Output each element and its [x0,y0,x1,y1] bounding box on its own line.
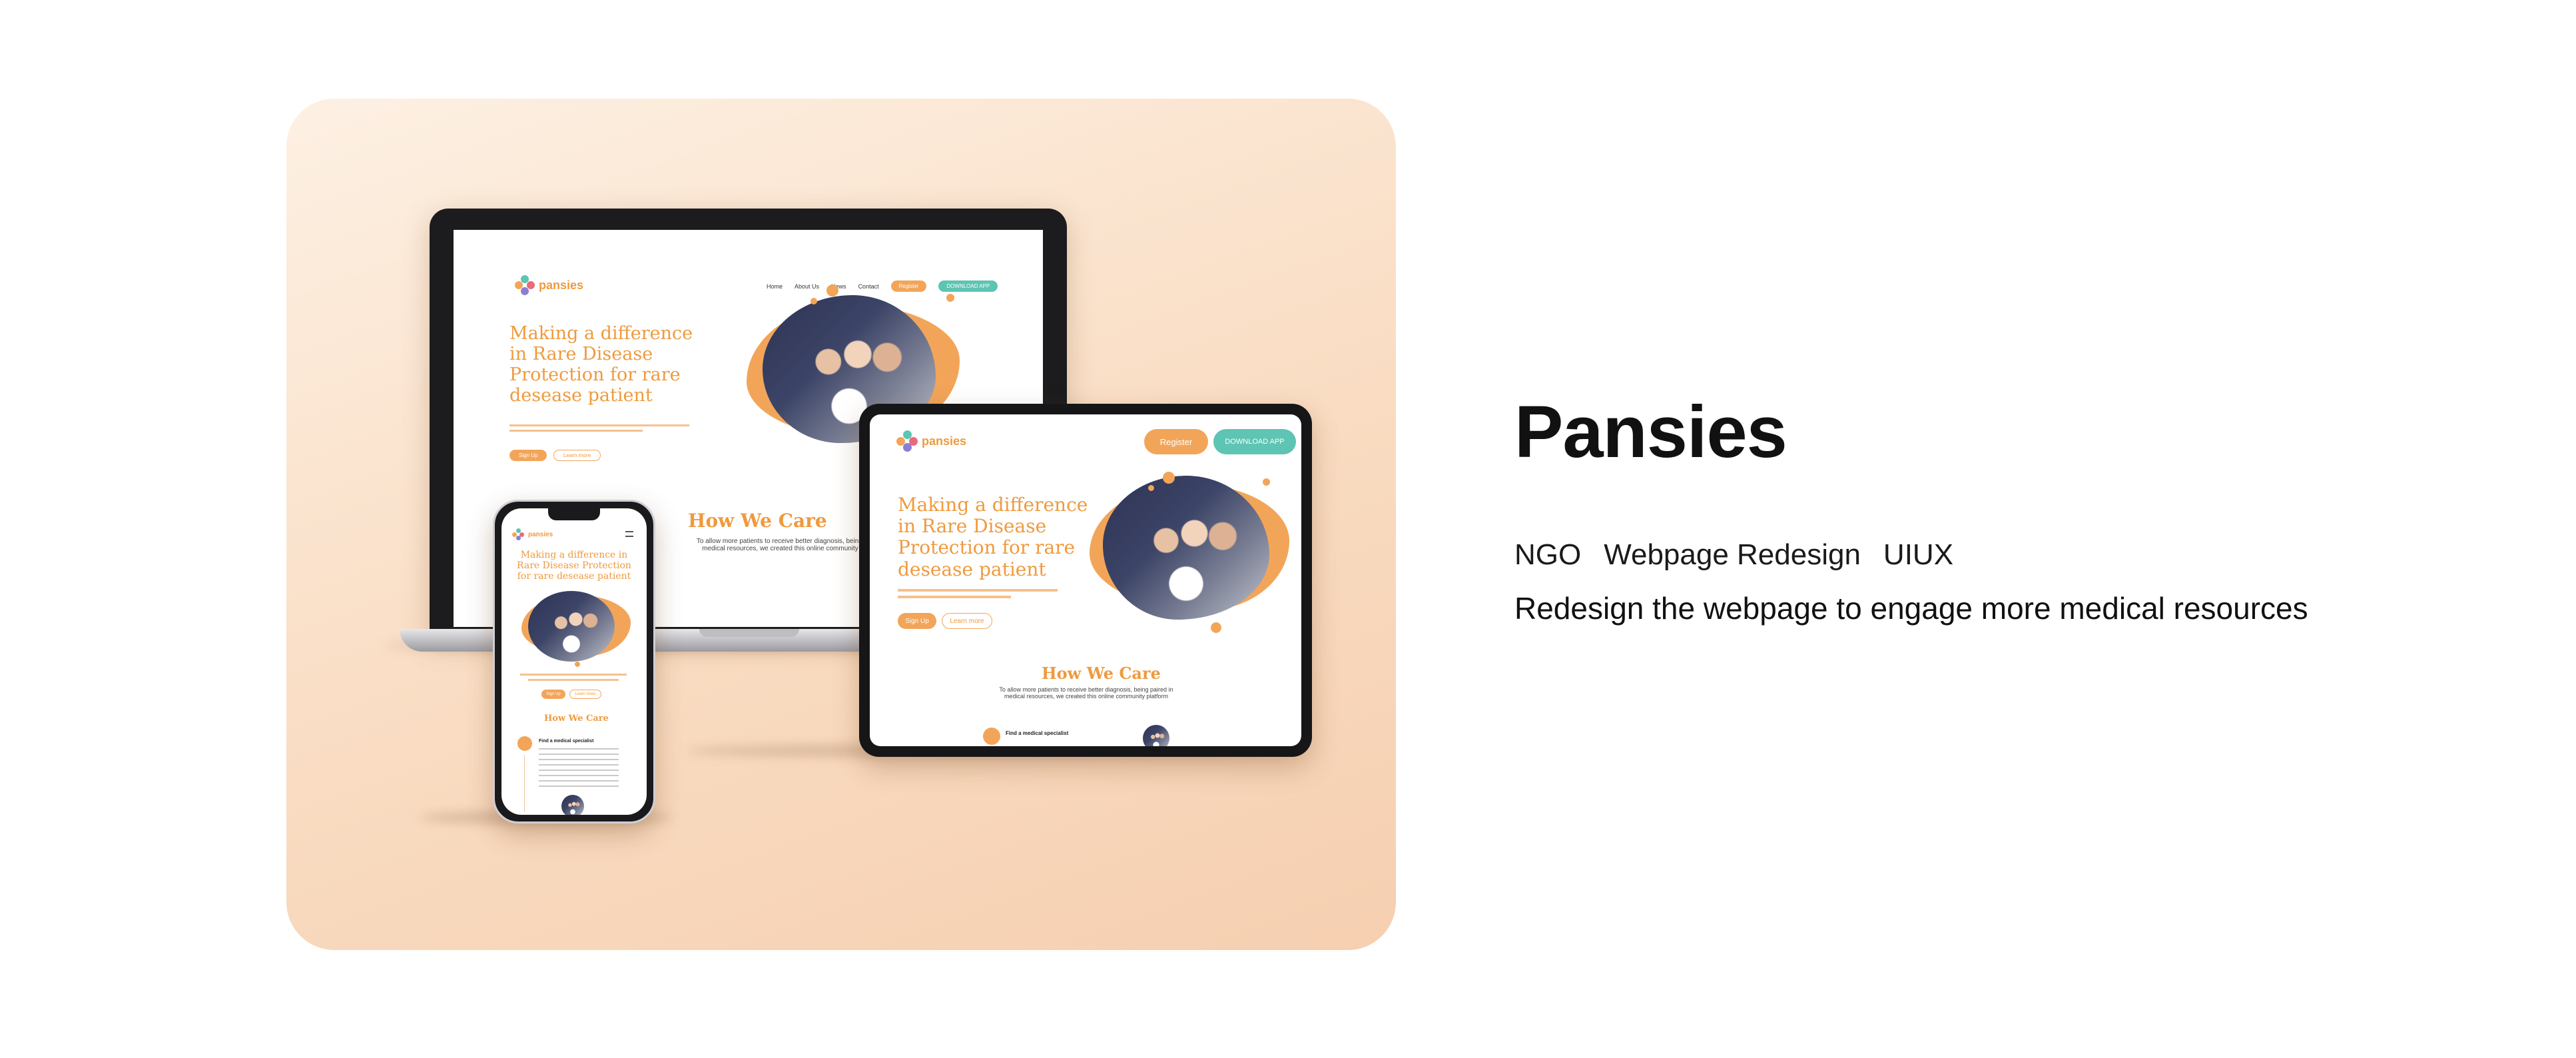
hero-line: desease patient [509,385,653,406]
decor-dot [1211,622,1221,633]
learn-more-button[interactable]: Learn more [942,613,992,629]
mockup-card: pansies Home About Us News Contact Regis… [286,99,1396,950]
pansies-flower-icon [515,275,535,295]
sign-up-button[interactable]: Sign Up [509,450,547,461]
section-text-line: To allow more patients to receive better… [999,686,1173,693]
site-logo[interactable]: pansies [896,430,966,452]
hero-subtext [898,589,1058,592]
sign-up-button[interactable]: Sign Up [898,613,936,629]
how-we-care-text: To allow more patients to receive better… [970,686,1203,700]
decor-dot [1263,478,1270,486]
how-we-care-title: How We Care [544,714,609,724]
download-app-button[interactable]: DOWNLOAD APP [938,280,998,292]
sign-up-button[interactable]: Sign Up [541,690,565,699]
learn-more-button[interactable]: Learn more [553,450,601,461]
hero-line: Protection for rare [898,536,1076,559]
decor-dot [810,298,817,304]
step-number-circle [983,728,1000,745]
step-title: Find a medical specialist [1006,730,1069,736]
hero-subtext [520,674,627,676]
menu-icon[interactable] [625,531,633,537]
how-we-care-title: How We Care [1042,664,1161,683]
tablet-mockup: pansies Register DOWNLOAD APP Making a d… [859,404,1312,757]
hero-subtext [898,596,1011,598]
hero-subtext [509,424,689,426]
tag-webpage-redesign: Webpage Redesign [1604,538,1861,571]
step-avatar [561,795,584,815]
tag-ngo: NGO [1514,538,1582,571]
decor-dot [575,662,580,667]
hero-title: Making a difference in Rare Disease Prot… [898,494,1088,580]
hero-line: in Rare Disease [898,515,1047,538]
logo-text: pansies [922,434,967,448]
pansies-flower-icon [896,430,918,452]
logo-text: pansies [528,530,553,538]
laptop-notch [699,629,799,637]
step-number-circle [517,736,532,751]
tablet-screen: pansies Register DOWNLOAD APP Making a d… [870,414,1301,746]
hero-title: Making a difference in Rare Disease Prot… [517,550,631,582]
decor-dot [1163,472,1175,484]
hero-line: Protection for rare [509,364,681,386]
step-avatar [1143,725,1169,746]
decor-dot [826,284,838,296]
site-logo[interactable]: pansies [512,528,553,540]
phone-screen: pansies Making a difference in Rare Dise… [501,508,647,815]
project-title: Pansies [1514,391,1787,473]
hero-family-photo [528,591,615,662]
nav-about[interactable]: About Us [795,283,819,290]
step-text [539,748,619,788]
project-tags: NGO Webpage Redesign UIUX [1514,538,1953,572]
logo-text: pansies [539,278,584,292]
decor-dot [1148,485,1154,491]
section-text-line: medical resources, we created this onlin… [1004,693,1169,700]
phone-notch [548,508,600,520]
site-logo[interactable]: pansies [515,275,583,295]
hero-title: Making a difference in Rare Disease Prot… [509,323,693,406]
step-divider [524,755,525,812]
project-description: Redesign the webpage to engage more medi… [1514,591,2308,626]
pansies-flower-icon [512,528,524,540]
register-button[interactable]: Register [890,280,927,292]
hero-line: desease patient [898,558,1046,580]
hero-line: Making a difference [509,323,693,344]
how-we-care-title: How We Care [688,510,827,532]
site-nav: Home About Us News Contact Register DOWN… [767,280,998,292]
phone-mockup: pansies Making a difference in Rare Dise… [493,500,655,823]
learn-more-button[interactable]: Learn more [569,690,601,699]
tag-uiux: UIUX [1883,538,1954,571]
hero-line: in Rare Disease [509,344,653,365]
decor-dot [946,294,954,302]
download-app-button[interactable]: DOWNLOAD APP [1213,429,1296,454]
nav-home[interactable]: Home [767,283,783,290]
nav-contact[interactable]: Contact [858,283,879,290]
hero-line: Making a difference [898,494,1088,516]
step-title: Find a medical specialist [539,739,594,744]
hero-subtext [528,679,619,681]
hero-subtext [509,430,643,432]
register-button[interactable]: Register [1144,429,1208,454]
